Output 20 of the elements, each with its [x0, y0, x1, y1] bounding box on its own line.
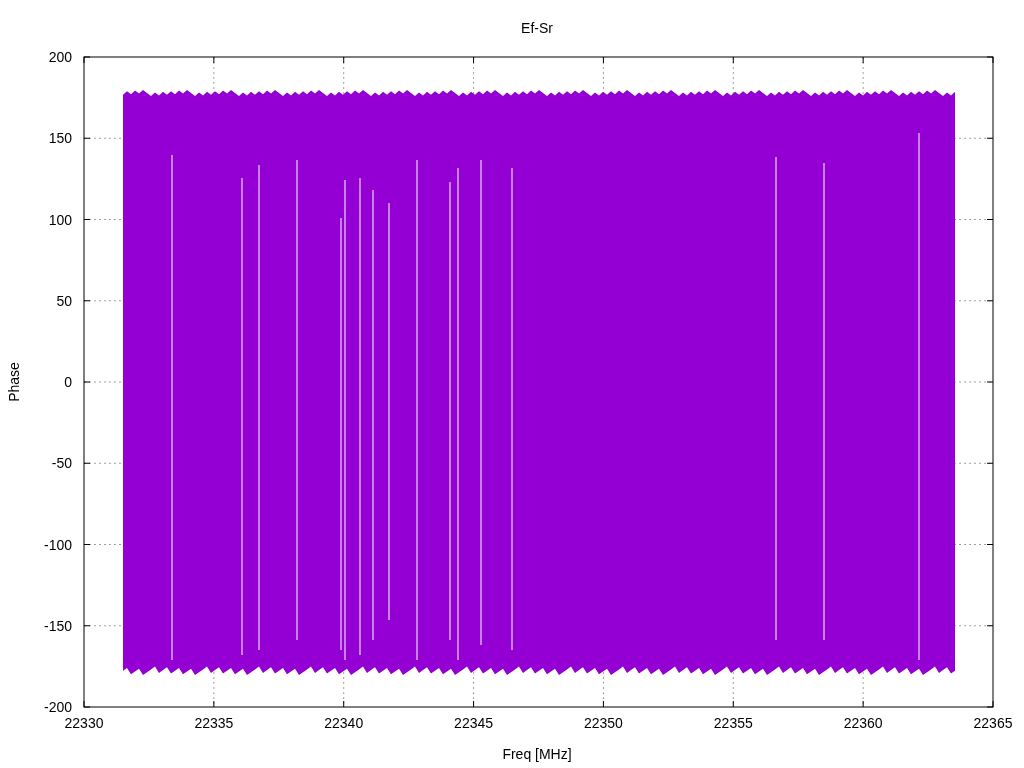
y-axis-label: Phase	[6, 362, 22, 402]
x-tick-label: 22365	[973, 715, 1013, 731]
x-tick-label: 22345	[454, 715, 494, 731]
chart-title: Ef-Sr	[521, 20, 553, 36]
y-tick-label: 0	[64, 374, 72, 390]
x-tick-label: 22330	[64, 715, 104, 731]
y-tick-label: -50	[51, 455, 72, 472]
y-tick-label: -100	[43, 536, 72, 553]
y-tick-label: 150	[48, 130, 72, 147]
y-tick-label: -150	[43, 617, 72, 634]
x-tick-label: 22360	[843, 715, 883, 731]
y-tick-label: 200	[48, 49, 72, 65]
y-tick-label: -200	[43, 699, 72, 715]
x-tick-label: 22355	[713, 715, 753, 731]
x-axis-label: Freq [MHz]	[502, 746, 572, 762]
x-tick-label: 22350	[583, 715, 623, 731]
x-tick-label: 22340	[324, 715, 364, 731]
y-tick-label: 50	[56, 292, 72, 309]
y-tick-label: 100	[48, 211, 72, 228]
x-tick-label: 22335	[194, 715, 234, 731]
